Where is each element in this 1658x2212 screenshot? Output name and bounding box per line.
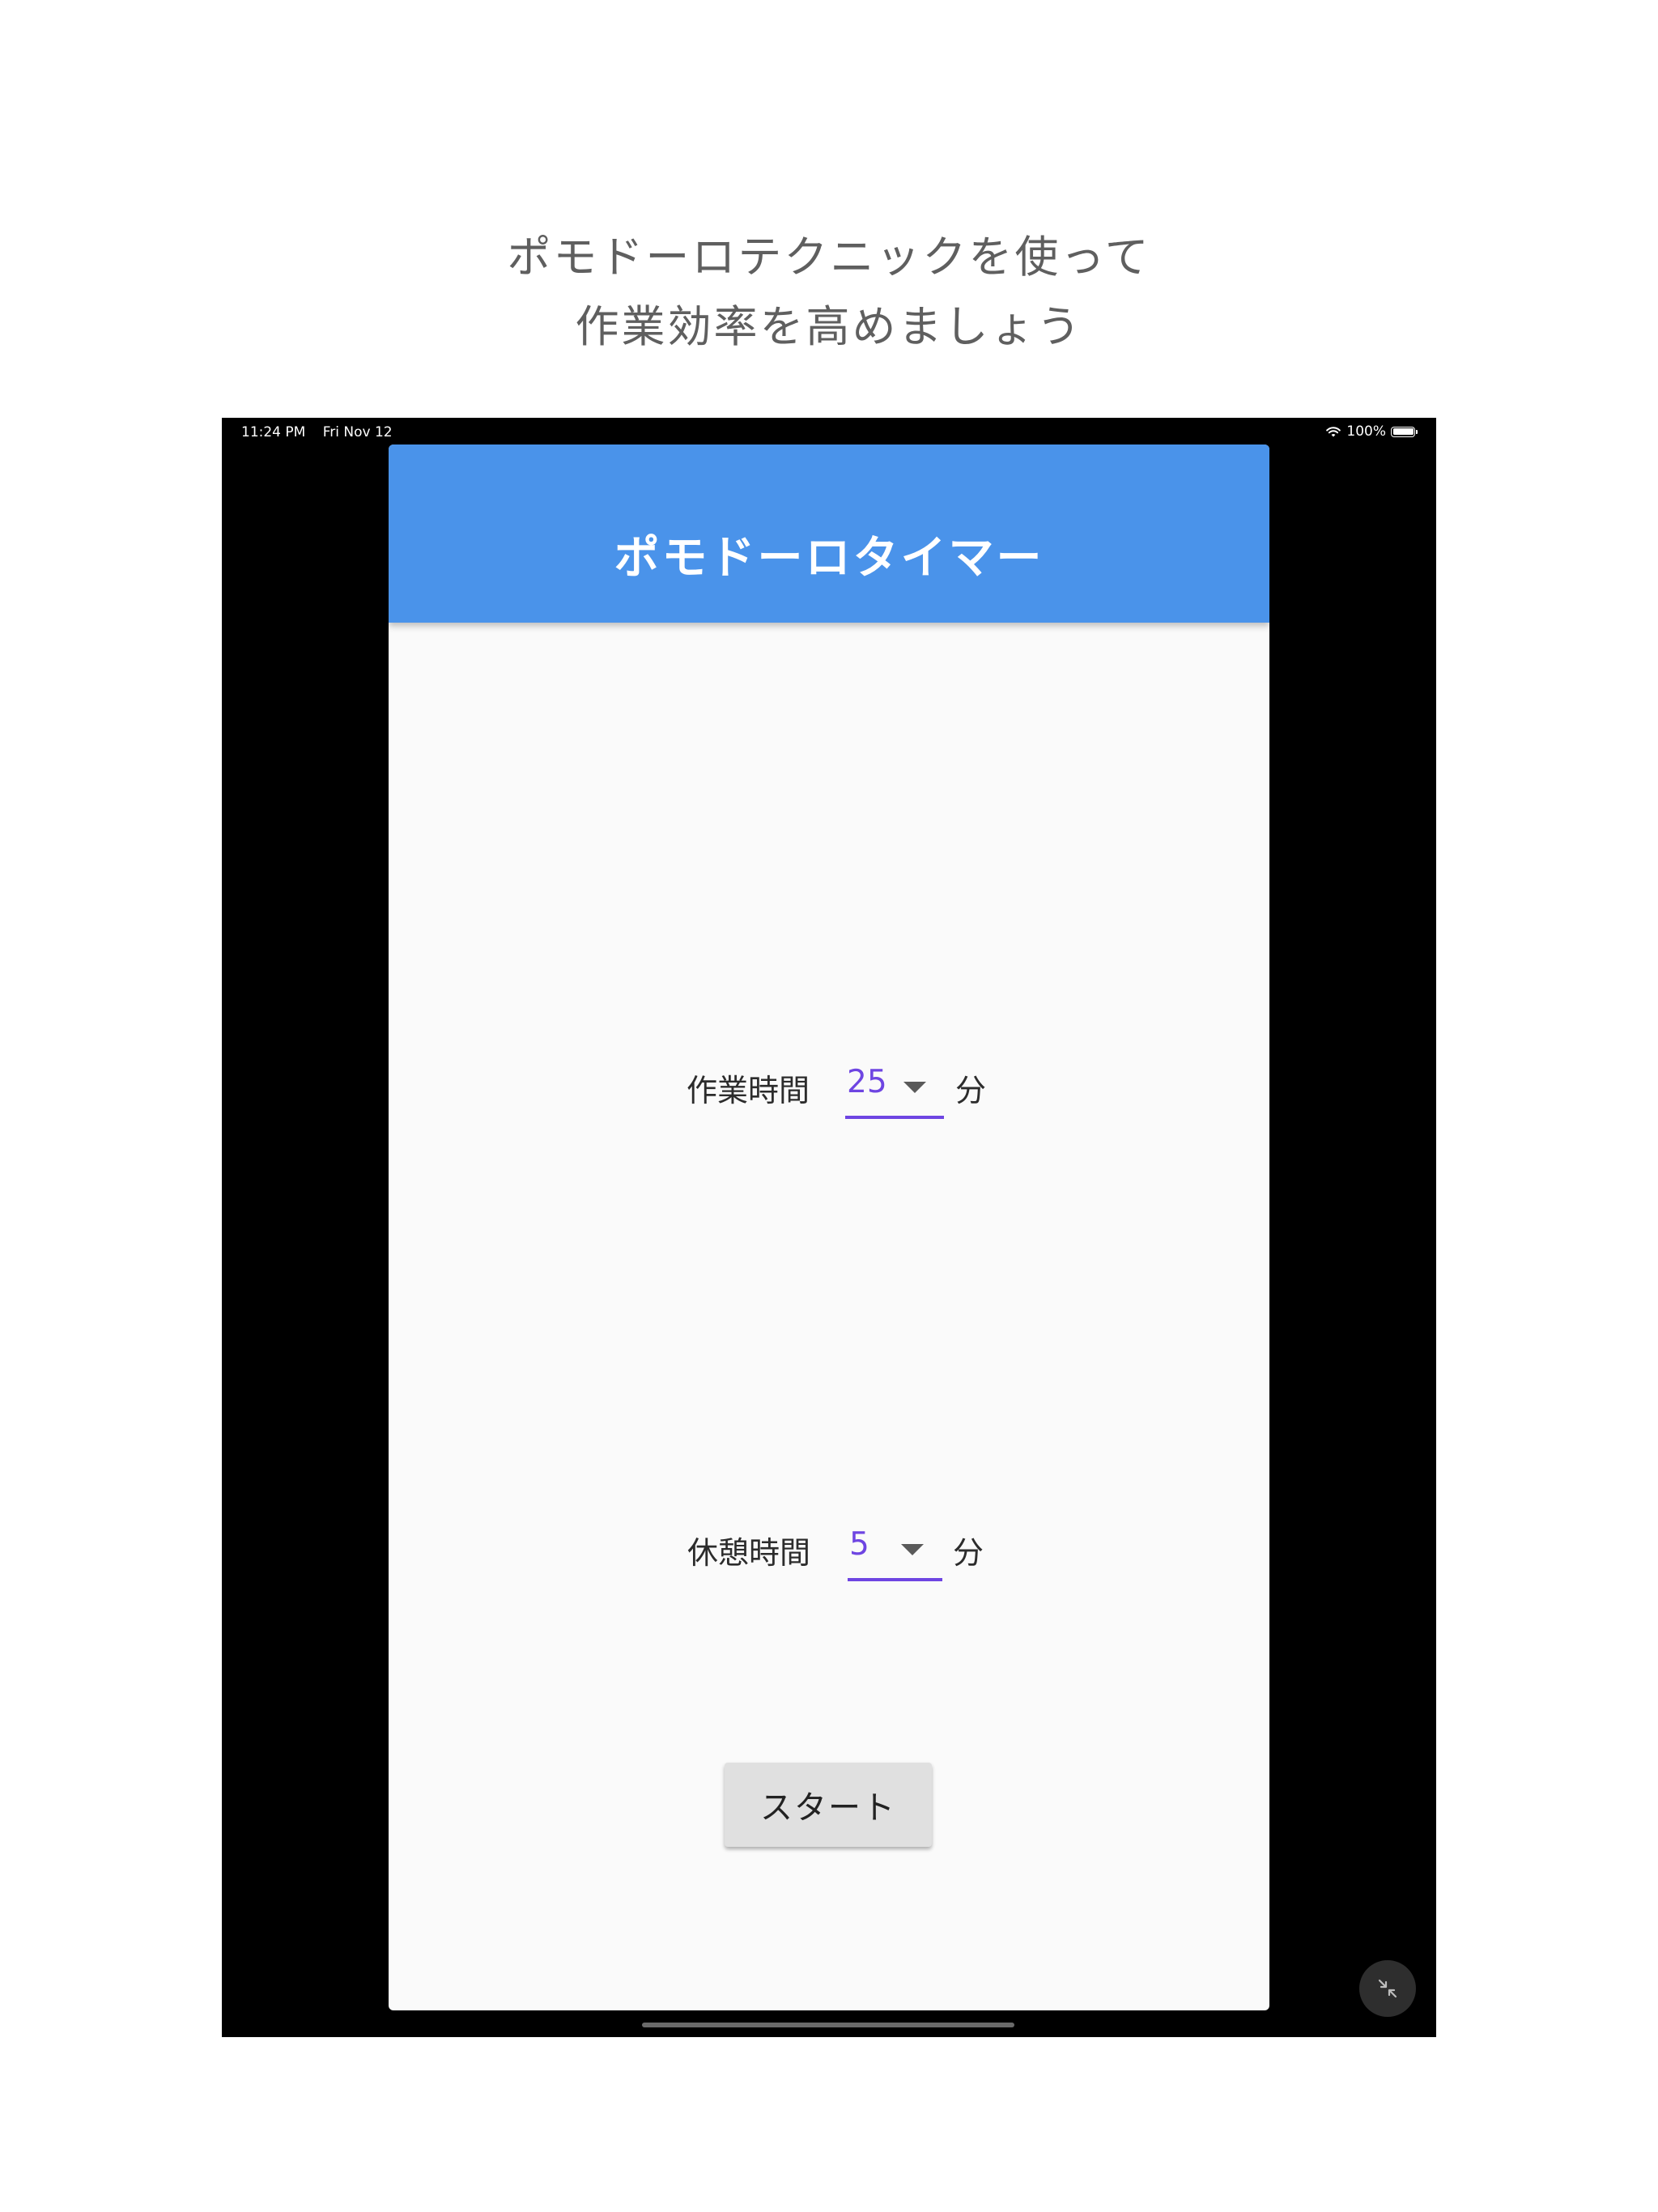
work-time-value: 25	[847, 1064, 887, 1100]
device-screen: 11:24 PM Fri Nov 12 100% ポモドーロタイマー 作業時間 …	[222, 418, 1436, 2037]
status-time: 11:24 PM	[241, 424, 306, 440]
promo-line-2: 作業効率を高めましょう	[575, 301, 1083, 352]
break-time-dropdown[interactable]: 5	[848, 1525, 942, 1581]
work-time-unit: 分	[955, 1073, 987, 1108]
break-time-unit: 分	[953, 1535, 984, 1571]
status-left: 11:24 PM Fri Nov 12	[241, 424, 393, 440]
app-bar: ポモドーロタイマー	[389, 445, 1269, 623]
work-time-row: 作業時間 25 分	[389, 1041, 1269, 1130]
battery-percent: 100%	[1346, 423, 1386, 440]
exit-fullscreen-icon	[1378, 1979, 1397, 1998]
app-window: ポモドーロタイマー 作業時間 25 分 休憩時間 5 分 スタート	[389, 445, 1269, 2010]
status-date: Fri Nov 12	[322, 424, 393, 440]
break-time-label: 休憩時間	[687, 1535, 811, 1571]
arrow-drop-down-icon	[903, 1082, 926, 1093]
work-time-label: 作業時間	[687, 1073, 810, 1108]
battery-icon	[1391, 426, 1418, 437]
arrow-drop-down-icon	[901, 1544, 924, 1555]
status-right: 100%	[1325, 423, 1418, 440]
home-indicator[interactable]	[642, 2023, 1014, 2027]
start-button[interactable]: スタート	[725, 1763, 932, 1847]
wifi-icon	[1326, 426, 1341, 436]
battery-level	[1392, 428, 1414, 435]
exit-fullscreen-button[interactable]	[1359, 1960, 1416, 2017]
break-time-row: 休憩時間 5 分	[389, 1504, 1269, 1593]
app-title: ポモドーロタイマー	[614, 532, 1044, 585]
work-time-dropdown[interactable]: 25	[845, 1062, 944, 1119]
status-bar: 11:24 PM Fri Nov 12 100%	[222, 418, 1436, 444]
break-time-value: 5	[849, 1526, 869, 1563]
promo-line-1: ポモドーロテクニックを使って	[507, 232, 1151, 283]
promo-caption: ポモドーロテクニックを使って 作業効率を高めましょう	[0, 223, 1658, 362]
